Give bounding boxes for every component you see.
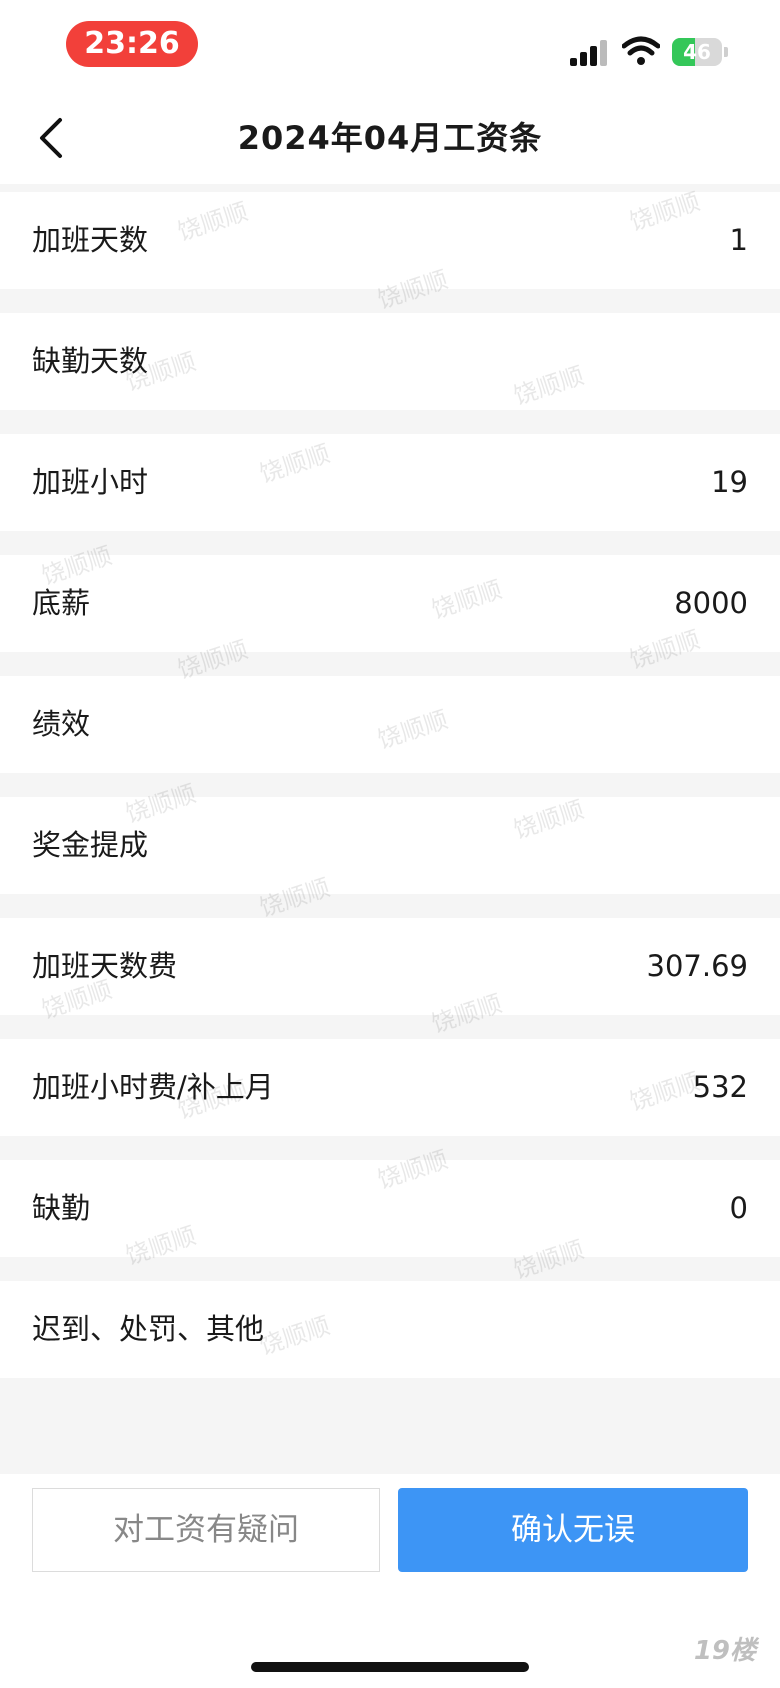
item-value: 0 bbox=[729, 1191, 748, 1225]
item-label: 底薪 bbox=[32, 586, 91, 620]
item-label: 缺勤 bbox=[32, 1191, 91, 1225]
item-label: 加班小时 bbox=[32, 465, 149, 499]
item-value: 19 bbox=[711, 465, 748, 499]
nav-header: 2024年04月工资条 bbox=[0, 92, 780, 184]
list-item: 加班天数 1 bbox=[0, 192, 780, 289]
list-item: 迟到、处罚、其他 bbox=[0, 1281, 780, 1378]
home-indicator[interactable] bbox=[251, 1662, 529, 1672]
item-label: 绩效 bbox=[32, 707, 91, 741]
battery-icon: 46 bbox=[672, 38, 722, 66]
wifi-icon bbox=[622, 36, 660, 65]
site-logo: 19楼 bbox=[693, 1636, 756, 1666]
list-item: 奖金提成 bbox=[0, 797, 780, 894]
page-title: 2024年04月工资条 bbox=[237, 119, 543, 157]
confirm-button[interactable]: 确认无误 bbox=[398, 1488, 748, 1572]
item-value: 307.69 bbox=[646, 949, 748, 983]
item-label: 奖金提成 bbox=[32, 828, 149, 862]
list-item: 缺勤 0 bbox=[0, 1160, 780, 1257]
list-item: 加班小时费/补上月 532 bbox=[0, 1039, 780, 1136]
battery-tip bbox=[724, 47, 728, 57]
list-item: 加班天数费 307.69 bbox=[0, 918, 780, 1015]
item-value: 532 bbox=[692, 1070, 748, 1104]
item-label: 加班天数费 bbox=[32, 949, 178, 983]
status-time: 23:26 bbox=[66, 21, 198, 67]
list-item: 加班小时 19 bbox=[0, 434, 780, 531]
question-button[interactable]: 对工资有疑问 bbox=[32, 1488, 380, 1572]
item-label: 缺勤天数 bbox=[32, 344, 149, 378]
list-item: 绩效 bbox=[0, 676, 780, 773]
payslip-list[interactable]: 加班天数 1 缺勤天数 加班小时 19 底薪 8000 绩效 奖金提成 加班天数… bbox=[0, 184, 780, 1474]
list-item: 缺勤天数 bbox=[0, 313, 780, 410]
bottom-action-bar: 对工资有疑问 确认无误 19楼 bbox=[0, 1474, 780, 1688]
battery-percent: 46 bbox=[683, 40, 711, 64]
status-bar: 23:26 46 bbox=[0, 0, 780, 92]
item-value: 8000 bbox=[674, 586, 748, 620]
item-label: 加班天数 bbox=[32, 223, 149, 257]
cellular-signal-icon bbox=[570, 40, 610, 66]
item-label: 加班小时费/补上月 bbox=[32, 1070, 274, 1104]
list-item: 底薪 8000 bbox=[0, 555, 780, 652]
item-value: 1 bbox=[729, 223, 748, 257]
item-label: 迟到、处罚、其他 bbox=[32, 1312, 265, 1346]
